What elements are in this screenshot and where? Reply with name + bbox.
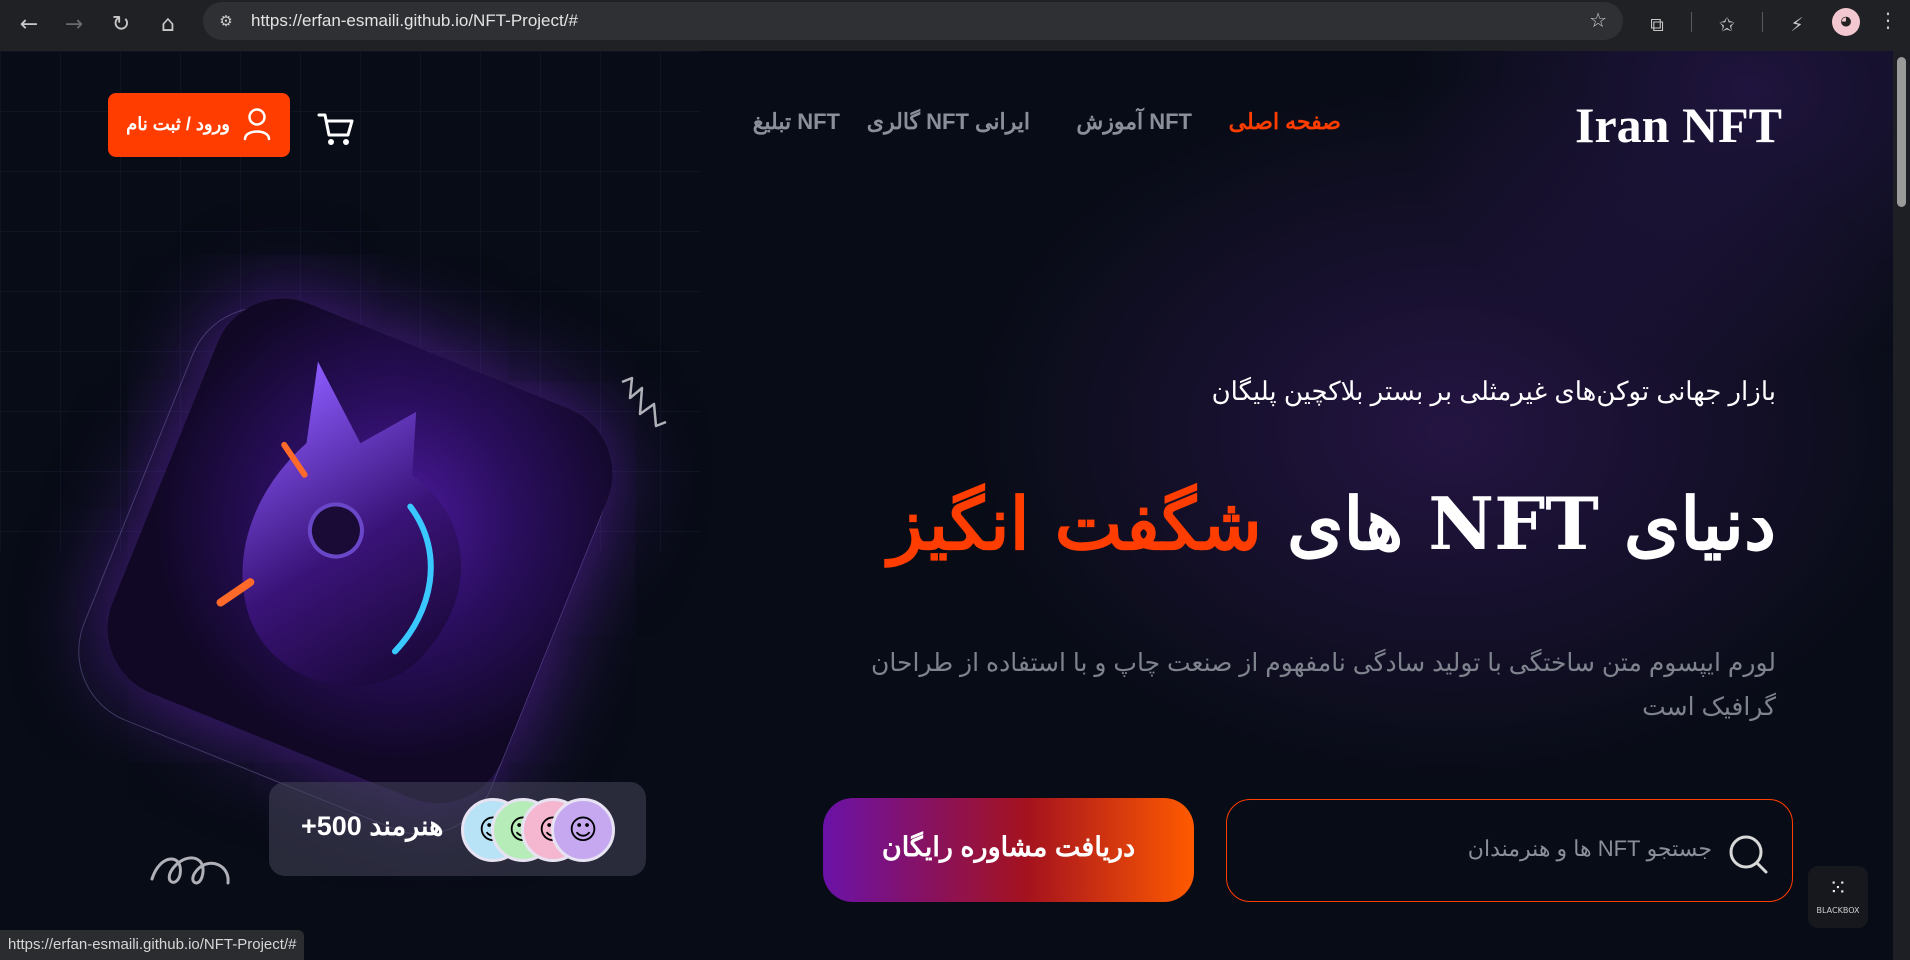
profile-avatar[interactable]: ◕	[1832, 8, 1860, 36]
reload-icon[interactable]: ↻	[104, 8, 138, 42]
page-scrollbar[interactable]	[1893, 51, 1910, 960]
performance-icon[interactable]: ⚡	[1780, 8, 1814, 42]
search-input[interactable]: جستجو NFT ها و هنرمندان	[1226, 799, 1793, 902]
home-icon[interactable]: ⌂	[151, 8, 185, 42]
nav-home[interactable]: صفحه اصلی	[1229, 109, 1341, 135]
login-register-label: ورود / ثبت نام	[126, 114, 230, 134]
toolbar-divider	[1762, 12, 1763, 32]
free-consultation-button[interactable]: دریافت مشاوره رایگان	[823, 798, 1194, 902]
headline-main: دنیای NFT های	[1261, 481, 1776, 566]
nav-iranian-nft-gallery[interactable]: گالری NFT ایرانی	[867, 109, 1030, 135]
cart-icon[interactable]	[316, 109, 356, 149]
hero-kicker: بازار جهانی توکن‌های غیرمثلی بر بستر بلا…	[1211, 376, 1776, 406]
headline-accent: شگفت انگیز	[888, 481, 1262, 566]
hero-headline: دنیای NFT های شگفت انگیز	[888, 481, 1776, 566]
artists-count-card: +500 هنرمند ☺ ☺ ☺ ☺	[269, 782, 646, 876]
toolbar-divider	[1691, 12, 1692, 32]
brand-logo[interactable]: Iran NFT	[1575, 96, 1782, 154]
page-content: Iran NFT صفحه اصلی آموزش NFT گالری NFT ا…	[0, 51, 1893, 960]
address-url[interactable]: https://erfan-esmaili.github.io/NFT-Proj…	[251, 11, 578, 31]
decorative-loop	[150, 856, 230, 885]
browser-toolbar: ← → ↻ ⌂ ⚙ https://erfan-esmaili.github.i…	[0, 0, 1910, 51]
nav-nft-advertising[interactable]: تبلیغ NFT	[753, 109, 840, 135]
hero-description: لورم ایپسوم متن ساختگی با تولید سادگی نا…	[871, 649, 1776, 721]
search-icon[interactable]	[1724, 830, 1770, 876]
free-consultation-label: دریافت مشاوره رایگان	[881, 832, 1136, 862]
artists-count: +500 هنرمند	[301, 811, 444, 841]
blackbox-logo-icon: ⁙	[1828, 876, 1848, 901]
extensions-icon[interactable]: ⧉	[1640, 8, 1674, 42]
bookmarks-icon[interactable]: ✩	[1710, 8, 1744, 42]
browser-menu-icon[interactable]: ⋮	[1878, 8, 1898, 32]
site-settings-icon[interactable]: ⚙	[215, 11, 237, 31]
bookmark-star-icon[interactable]: ☆	[1589, 8, 1607, 32]
forward-icon[interactable]: →	[57, 8, 91, 42]
scrollbar-thumb[interactable]	[1897, 57, 1906, 207]
blackbox-extension-widget[interactable]: ⁙ BLACKBOX	[1808, 866, 1868, 928]
login-register-button[interactable]: ورود / ثبت نام	[108, 93, 290, 157]
search-placeholder: جستجو NFT ها و هنرمندان	[1467, 836, 1712, 861]
artist-avatar: ☺	[551, 798, 615, 862]
nav-nft-tutorial[interactable]: آموزش NFT	[1076, 109, 1192, 135]
blackbox-label: BLACKBOX	[1816, 906, 1860, 915]
address-bar[interactable]: ⚙ https://erfan-esmaili.github.io/NFT-Pr…	[203, 2, 1623, 40]
decorative-squiggle	[621, 376, 667, 428]
user-icon	[243, 108, 271, 141]
back-icon[interactable]: ←	[12, 8, 46, 42]
helmet-illustration	[216, 361, 462, 686]
link-status-bar: https://erfan-esmaili.github.io/NFT-Proj…	[0, 930, 305, 960]
